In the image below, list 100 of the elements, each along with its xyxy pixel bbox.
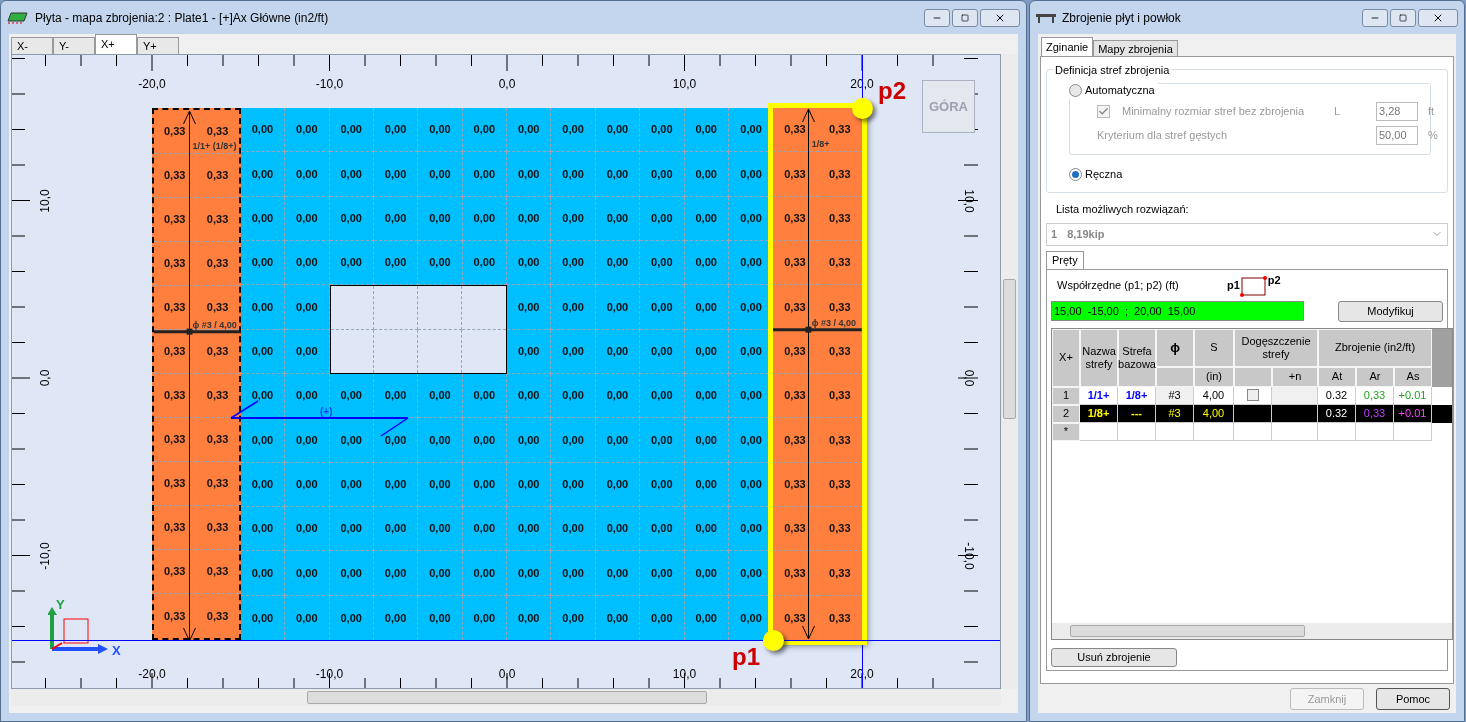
axis-label: Y [56,596,65,614]
cell-value: 0,00 [740,122,762,138]
cell-value: 0,33 [206,124,229,140]
ruler-label: -10,0 [314,666,345,683]
cell-value: 0,00 [473,122,495,138]
cell-value: 0,00 [695,477,717,493]
cell-value: 0,33 [163,168,186,184]
ruler-label: 10,0 [37,187,52,215]
column-header: +n [1272,366,1318,387]
cell-value: 0,00 [517,432,540,448]
cell-value: 0,00 [429,388,451,404]
cell-value: 0,00 [606,432,629,448]
close-button[interactable] [1418,8,1458,27]
radio-label: Automatyczna [1085,83,1155,98]
modify-button[interactable]: Modyfikuj [1338,300,1443,322]
column-header: (in) [1194,366,1234,387]
ruler-label: 0,0 [497,666,517,683]
cell-value: 0,00 [296,521,318,537]
dialog-tab[interactable]: Mapy zbrojenia [1093,40,1178,56]
cell-value: 0,00 [384,521,407,537]
cell-value: 0,00 [651,122,673,138]
cell-value: 0,00 [651,299,673,315]
table-cell [1234,422,1272,441]
radio-button[interactable] [1069,167,1082,181]
cell-value: 0,33 [163,388,186,404]
horizontal-scrollbar[interactable] [11,689,1001,706]
ruler-label: 0,0 [37,368,52,389]
dialog-button[interactable]: Pomoc [1376,688,1450,710]
checkbox[interactable] [1246,389,1259,401]
view-tab[interactable]: Y+ [137,37,179,54]
maximize-button[interactable] [952,8,978,27]
cell-value: 0,33 [784,255,806,271]
cell-value: 0,00 [562,166,584,182]
cell-value: 0,00 [296,610,318,626]
cell-value: 0,00 [473,255,495,271]
vertical-scrollbar[interactable] [1001,54,1018,689]
cell-value: 0,00 [473,166,495,182]
cell-value: 0,00 [517,477,540,493]
table-cell [1272,422,1318,441]
cell-value: 0,00 [695,211,717,227]
cell-value: 0,00 [251,610,274,626]
window-title: Zbrojenie płyt i powłok [1062,9,1182,27]
close-button[interactable] [980,8,1020,27]
column-header: As [1394,366,1432,387]
coordinates-field[interactable]: 15,00 -15,00 ; 20,00 15,00 [1051,301,1304,321]
cell-value: 0,33 [206,476,229,492]
cell-value: 0,00 [296,122,318,138]
minimize-button[interactable] [1362,8,1388,27]
cell-value: 0,00 [296,344,318,360]
cell-value: 0,00 [740,388,762,404]
cell-value: 0,00 [340,122,362,138]
cell-value: 0,00 [606,299,629,315]
cell-value: 0,00 [384,432,407,448]
cell-value: 0,00 [340,432,362,448]
cell-value: 0,33 [163,256,186,272]
cell-value: 0,00 [606,477,629,493]
zone-name: 1/8+ [811,138,830,152]
point-marker[interactable] [852,98,873,119]
cell-value: 0,00 [251,388,274,404]
reinforcement-zone[interactable]: 0,33 0,33 0,33 0,33 0,33 0,33 0,33 0,33 0,33 0,33 0,33 0,33 0,33 0,33 0,33 0,33 0,33 0,33 0,33 0,33 0,33 0,33 0,33 0,33 1/1+ (1/8+) ϕ #3 / 4,00 [152,108,241,640]
cell-value: 0,33 [784,299,806,315]
cell-value: 0,33 [206,256,229,272]
cell-value: 0,00 [429,432,451,448]
cell-value: 0,00 [740,255,762,271]
cell-value: 0,33 [206,388,229,404]
cell-value: 0,00 [651,388,673,404]
cell-value: 0,00 [517,166,540,182]
view-tab[interactable]: Y- [53,37,95,54]
unit-label: ft [1428,104,1435,120]
cell-value: 0,00 [251,521,274,537]
cell-value: 0,00 [740,610,762,626]
plot-canvas[interactable] [11,54,1001,689]
minimize-button[interactable] [924,8,950,27]
cell-value: 0,00 [251,477,274,493]
view-tab[interactable]: X- [11,37,53,54]
view-tab[interactable]: X+ [95,34,137,54]
cell-value: 0,33 [829,166,851,182]
subtab[interactable]: Pręty [1046,250,1084,269]
delete-reinforcement-button[interactable]: Usuń zbrojenie [1051,647,1177,667]
cell-value: 0,00 [473,388,495,404]
column-header: X+ [1052,328,1080,387]
dialog-tab[interactable]: Zginanie [1041,37,1094,56]
cell-value: 0,33 [163,344,186,360]
solutions-dropdown[interactable]: 1 8,19kip [1046,222,1448,246]
cell-value: 0,00 [251,166,274,182]
solution-index: 1 [1051,226,1058,242]
cell-value: 0,00 [606,166,629,182]
cell-value: 0,00 [517,255,540,271]
cell-value: 0,33 [829,388,851,404]
point-label: p1 [1227,278,1240,294]
cell-value: 0,00 [384,610,407,626]
cell-value: 0,00 [740,299,762,315]
cell-value: 0,00 [562,255,584,271]
cell-value: 0,00 [517,122,540,138]
cell-value: 0,00 [562,299,584,315]
maximize-button[interactable] [1390,8,1416,27]
cell-value: 0,00 [651,255,673,271]
radio-button[interactable] [1069,83,1082,97]
cell-value: 0,33 [829,432,851,448]
cell-value: 0,33 [206,300,229,316]
